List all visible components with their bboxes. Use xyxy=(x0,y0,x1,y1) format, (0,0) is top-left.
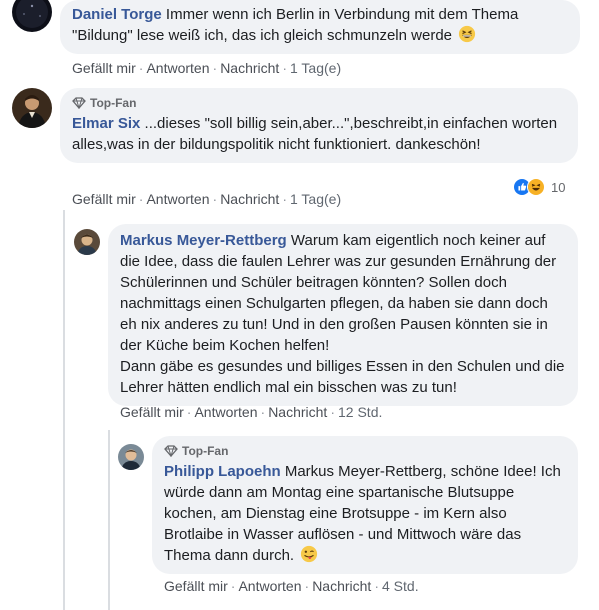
comment-author[interactable]: Daniel Torge xyxy=(72,6,162,23)
reply-link[interactable]: Antworten xyxy=(194,404,257,420)
reply-link[interactable]: Antworten xyxy=(146,60,209,76)
avatar-philipp-lapoehn[interactable] xyxy=(118,444,144,470)
comment-actions: Gefällt mir · Antworten · Nachricht · 1 Tag(e) xyxy=(72,60,342,76)
message-link[interactable]: Nachricht xyxy=(220,191,279,207)
comment-bubble: Daniel Torge Immer wenn ich Berlin in Ve… xyxy=(60,0,580,54)
avatar-markus-meyer-rettberg[interactable] xyxy=(74,229,100,255)
badge-label: Top-Fan xyxy=(182,444,229,458)
comment-actions: Gefällt mir · Antworten · Nachricht · 12 Std. xyxy=(120,404,383,420)
winking-face-with-tongue-icon xyxy=(300,545,318,563)
comment-timestamp[interactable]: 4 Std. xyxy=(382,578,419,594)
comment-bubble: Markus Meyer-Rettberg Warum kam eigentli… xyxy=(108,224,578,406)
reaction-count: 10 xyxy=(551,179,566,195)
like-link[interactable]: Gefällt mir xyxy=(120,404,184,420)
like-link[interactable]: Gefällt mir xyxy=(72,60,136,76)
comment-text-continued: Dann gäbe es gesundes und billiges Essen… xyxy=(120,358,565,396)
top-fan-badge: Top-Fan xyxy=(164,443,566,459)
reactions-summary[interactable]: 10 xyxy=(513,178,565,196)
avatar-elmar-six[interactable] xyxy=(12,88,52,128)
comment-timestamp[interactable]: 12 Std. xyxy=(338,404,382,420)
comment-author[interactable]: Markus Meyer-Rettberg xyxy=(120,232,287,249)
comment-bubble: Top-Fan Philipp Lapoehn Markus Meyer-Ret… xyxy=(152,436,578,574)
thread-line xyxy=(63,210,65,610)
message-link[interactable]: Nachricht xyxy=(220,60,279,76)
diamond-icon xyxy=(164,445,178,457)
reply-thread-line xyxy=(108,430,110,610)
message-link[interactable]: Nachricht xyxy=(312,578,371,594)
grinning-squinting-face-icon xyxy=(458,25,476,43)
comment-author[interactable]: Philipp Lapoehn xyxy=(164,463,281,480)
comment-actions: Gefällt mir · Antworten · Nachricht · 1 Tag(e) xyxy=(72,191,342,207)
comment-bubble: Top-Fan Elmar Six ...dieses "soll billig… xyxy=(60,88,578,163)
comment-timestamp[interactable]: 1 Tag(e) xyxy=(290,60,341,76)
haha-icon xyxy=(527,178,545,196)
like-link[interactable]: Gefällt mir xyxy=(72,191,136,207)
like-link[interactable]: Gefällt mir xyxy=(164,578,228,594)
top-fan-badge: Top-Fan xyxy=(72,95,566,111)
badge-label: Top-Fan xyxy=(90,96,137,110)
comment-text: Warum kam eigentlich noch keiner auf die… xyxy=(120,232,557,354)
comment-author[interactable]: Elmar Six xyxy=(72,115,140,132)
comment-actions: Gefällt mir · Antworten · Nachricht · 4 Std. xyxy=(164,578,419,594)
diamond-icon xyxy=(72,97,86,109)
comment-text: ...dieses "soll billig sein,aber...",bes… xyxy=(72,115,558,153)
comment-timestamp[interactable]: 1 Tag(e) xyxy=(290,191,341,207)
reply-link[interactable]: Antworten xyxy=(146,191,209,207)
avatar-daniel-torge[interactable] xyxy=(12,0,52,32)
message-link[interactable]: Nachricht xyxy=(268,404,327,420)
reply-link[interactable]: Antworten xyxy=(238,578,301,594)
